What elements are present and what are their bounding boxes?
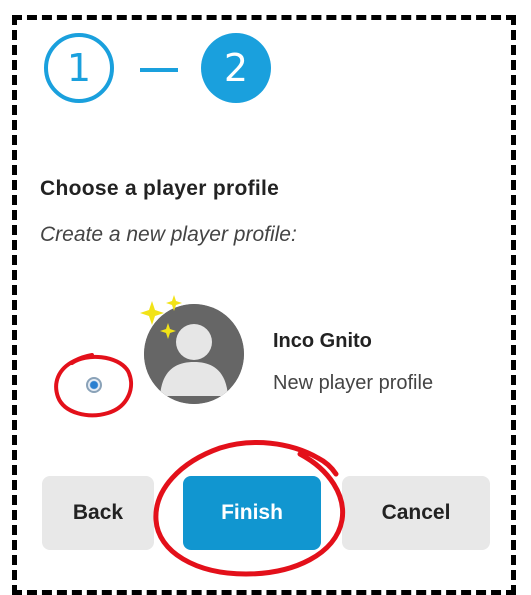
- step-connector: [140, 68, 178, 72]
- step-2-label: 2: [223, 46, 249, 90]
- cancel-button[interactable]: Cancel: [342, 476, 490, 550]
- section-subtitle: Create a new player profile:: [40, 223, 297, 246]
- back-button[interactable]: Back: [42, 476, 154, 550]
- sparkle-icon: [140, 295, 182, 339]
- step-1-indicator: 1: [44, 33, 114, 103]
- page-title: Choose a player profile: [40, 177, 280, 200]
- player-description: New player profile: [273, 372, 434, 394]
- step-2-indicator: 2: [201, 33, 271, 103]
- step-1-label: 1: [66, 46, 92, 90]
- radio-highlight-circle: [54, 353, 134, 418]
- finish-highlight-circle: [153, 440, 346, 577]
- player-name: Inco Gnito: [273, 330, 372, 352]
